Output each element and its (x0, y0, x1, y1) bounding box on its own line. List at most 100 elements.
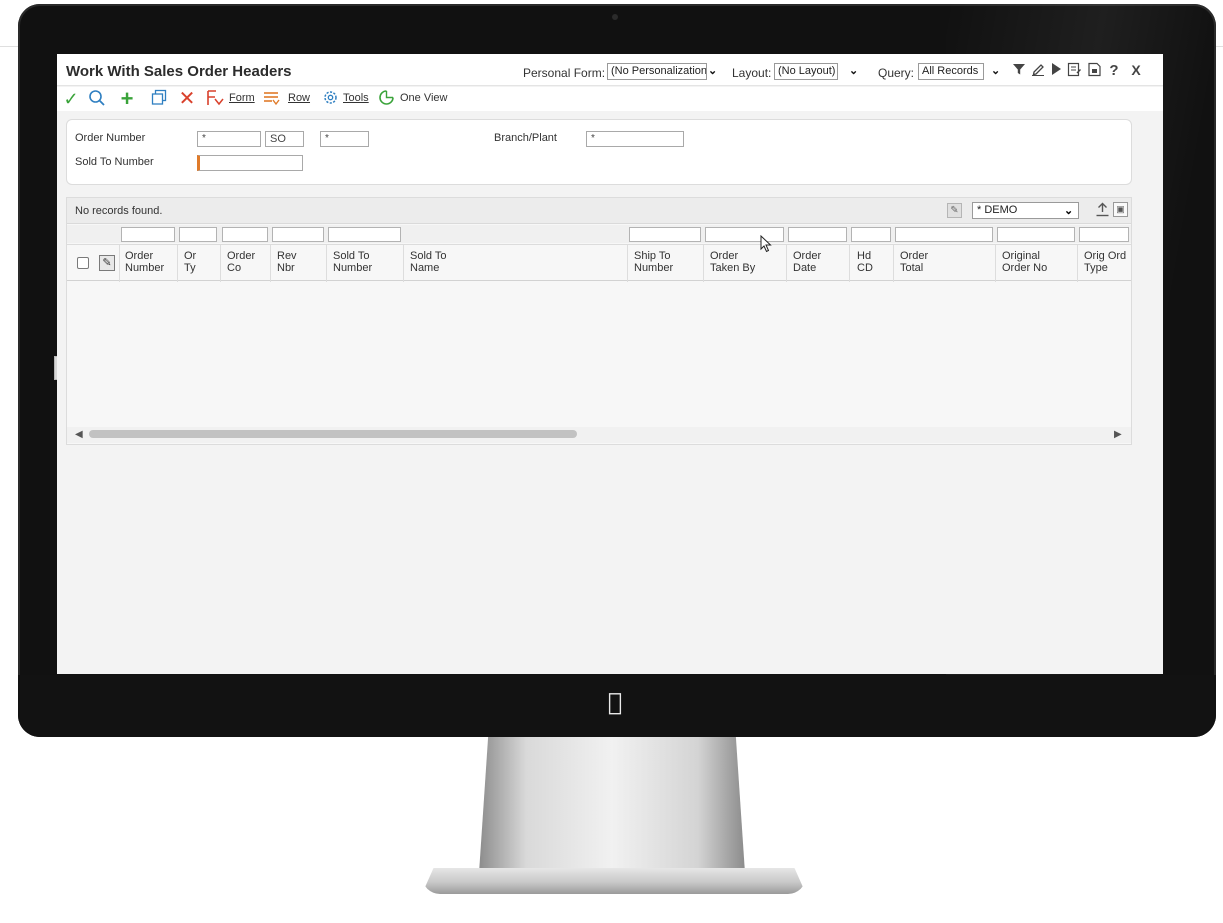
copy-icon[interactable] (149, 89, 169, 109)
column-separator (703, 245, 704, 282)
column-header[interactable]: Hd CD (857, 250, 873, 274)
scrollbar-thumb[interactable] (89, 430, 577, 438)
column-separator (220, 245, 221, 282)
column-separator (270, 245, 271, 282)
column-header[interactable]: Sold To Number (333, 250, 372, 274)
monitor-stand-base (422, 868, 806, 894)
branch-plant-input[interactable]: * (586, 131, 684, 147)
grid-format-select[interactable]: * DEMO (972, 202, 1079, 219)
query-panel: Order Number * SO * Branch/Plant * Sold … (66, 119, 1132, 185)
layout-select[interactable]: (No Layout) (774, 63, 838, 80)
chevron-down-icon[interactable]: ⌄ (991, 64, 1000, 77)
one-view-button[interactable]: One View (400, 92, 448, 104)
form-exit-icon[interactable] (205, 89, 225, 109)
filter-order-total[interactable] (895, 227, 993, 242)
filter-order-date[interactable] (788, 227, 847, 242)
order-company-input[interactable]: * (320, 131, 369, 147)
chevron-down-icon[interactable]: ⌄ (849, 64, 858, 77)
search-icon[interactable] (87, 89, 107, 109)
scroll-right-icon[interactable]: ▶ (1114, 429, 1122, 440)
chevron-down-icon[interactable]: ⌄ (708, 64, 717, 77)
page-title: Work With Sales Order Headers (66, 63, 292, 80)
form-menu-button[interactable]: Form (229, 92, 255, 104)
query-by-example-row (67, 225, 1131, 243)
filter-ship-to-number[interactable] (629, 227, 701, 242)
select-all-checkbox[interactable] (77, 257, 89, 269)
tools-menu-button[interactable]: Tools (343, 92, 369, 104)
filter-order-taken-by[interactable] (705, 227, 784, 242)
add-icon[interactable]: + (117, 88, 137, 110)
filter-sold-to-number[interactable] (328, 227, 401, 242)
column-header[interactable]: Rev Nbr (277, 250, 297, 274)
upload-icon[interactable] (1095, 202, 1110, 220)
personal-form-select[interactable]: (No Personalization) (607, 63, 707, 80)
filter-icon[interactable] (1011, 62, 1027, 79)
results-grid: No records found. ✎ * DEMO ⌄ ▣ Order Num… (66, 197, 1132, 445)
filter-rev-nbr[interactable] (272, 227, 324, 242)
grid-header-row: Order Number Or Ty Order Co Rev Nbr Sold To N… (67, 244, 1131, 282)
row-exit-icon[interactable] (262, 89, 282, 109)
order-type-input[interactable]: SO (265, 131, 304, 147)
monitor-stand-neck (478, 728, 746, 888)
grid-format-edit-icon[interactable]: ✎ (947, 203, 962, 218)
column-separator (627, 245, 628, 282)
column-separator (403, 245, 404, 282)
mouse-cursor-icon (760, 234, 772, 258)
column-header[interactable]: Or Ty (184, 250, 196, 274)
column-separator (326, 245, 327, 282)
scroll-left-icon[interactable]: ◀ (75, 429, 83, 440)
edit-query-icon[interactable] (1030, 62, 1046, 79)
column-separator (995, 245, 996, 282)
chevron-down-icon[interactable]: ⌄ (1064, 204, 1073, 217)
personal-form-label: Personal Form: (523, 66, 606, 80)
layout-label: Layout: (732, 66, 772, 80)
column-header[interactable]: Order Date (793, 250, 821, 274)
app-screen: Work With Sales Order Headers Personal F… (57, 54, 1163, 674)
order-number-input[interactable]: * (197, 131, 261, 147)
column-header[interactable]: Orig Ord Type (1084, 250, 1126, 274)
notes-icon[interactable] (1066, 62, 1082, 79)
filter-order-co[interactable] (222, 227, 268, 242)
delete-icon[interactable]: ✕ (177, 89, 197, 109)
branch-plant-label: Branch/Plant (494, 132, 557, 144)
toolbar: ✓ + ✕ Form Row Tools One View (57, 87, 1163, 111)
order-number-label: Order Number (75, 132, 146, 144)
row-menu-button[interactable]: Row (288, 92, 310, 104)
column-separator (893, 245, 894, 282)
column-separator (119, 245, 120, 282)
grid-status-bar: No records found. ✎ * DEMO ⌄ ▣ (67, 198, 1131, 224)
filter-original-order-no[interactable] (997, 227, 1075, 242)
filter-order-number[interactable] (121, 227, 175, 242)
run-query-icon[interactable] (1048, 62, 1064, 79)
column-header[interactable]: Ship To Number (634, 250, 673, 274)
query-label: Query: (878, 66, 915, 80)
apple-logo-icon:  (604, 690, 626, 714)
query-select[interactable]: All Records (918, 63, 984, 80)
tools-gear-icon[interactable] (320, 89, 340, 109)
help-icon[interactable]: ? (1106, 62, 1122, 79)
sold-to-input[interactable] (197, 155, 303, 171)
select-check-icon[interactable]: ✓ (61, 89, 81, 109)
column-header[interactable]: Order Co (227, 250, 255, 274)
sold-to-label: Sold To Number (75, 156, 154, 168)
column-header[interactable]: Original Order No (1002, 250, 1047, 274)
one-view-icon[interactable] (376, 89, 396, 109)
column-separator (849, 245, 850, 282)
filter-hd-cd[interactable] (851, 227, 891, 242)
filter-orig-ord-type[interactable] (1079, 227, 1129, 242)
row-edit-icon[interactable]: ✎ (99, 255, 115, 271)
export-icon[interactable] (1086, 62, 1102, 79)
column-header[interactable]: Order Number (125, 250, 164, 274)
filter-or-ty[interactable] (179, 227, 217, 242)
column-header[interactable]: Order Total (900, 250, 928, 274)
horizontal-scrollbar[interactable]: ◀ ▶ (67, 427, 1131, 443)
maximize-grid-icon[interactable]: ▣ (1113, 202, 1128, 217)
column-separator (1077, 245, 1078, 282)
column-separator (786, 245, 787, 282)
title-bar: Work With Sales Order Headers Personal F… (57, 54, 1163, 86)
column-header[interactable]: Sold To Name (410, 250, 447, 274)
close-icon[interactable]: X (1128, 62, 1144, 79)
webcam (612, 14, 618, 20)
column-separator (177, 245, 178, 282)
column-header[interactable]: Order Taken By (710, 250, 755, 274)
